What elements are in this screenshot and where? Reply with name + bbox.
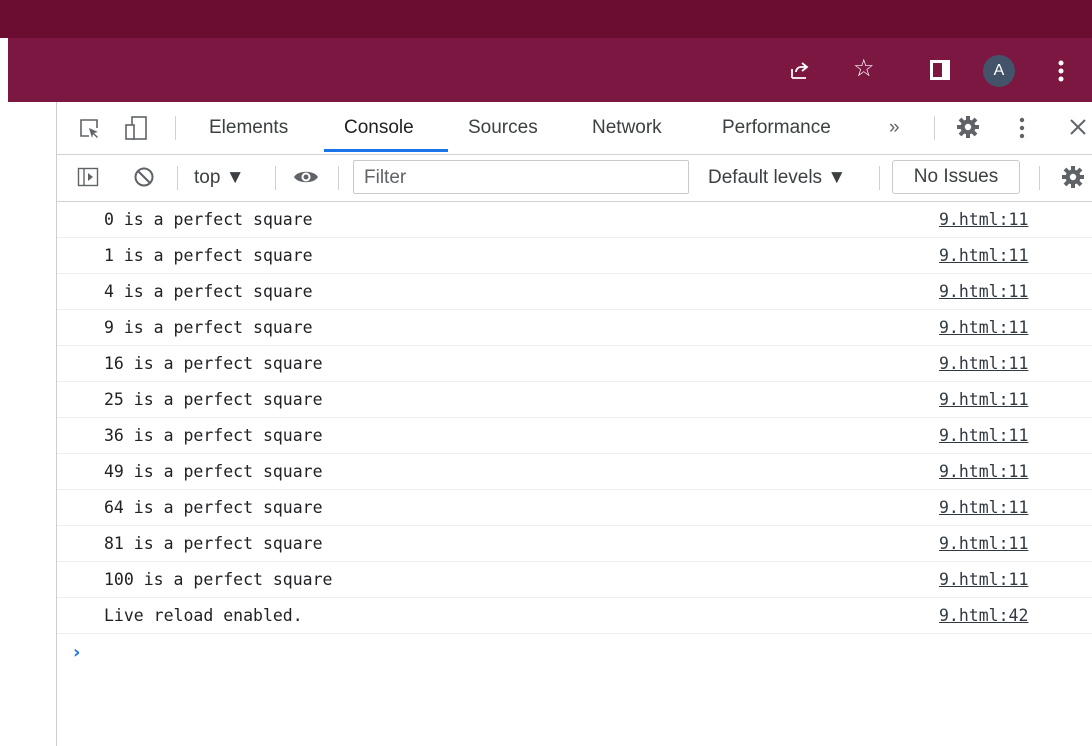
divider (338, 166, 339, 190)
source-link[interactable]: 9.html:42 (939, 606, 1028, 625)
message-text: 4 is a perfect square (104, 282, 313, 301)
console-settings-gear-icon[interactable] (1060, 164, 1086, 190)
tab-console[interactable]: Console (344, 116, 414, 142)
message-text: 25 is a perfect square (104, 390, 323, 409)
devtools-tabbar: Elements Console Sources Network Perform… (57, 102, 1092, 155)
share-icon[interactable] (788, 58, 812, 82)
divider (934, 116, 935, 140)
source-link[interactable]: 9.html:11 (939, 498, 1028, 517)
console-messages: 0 is a perfect square 9.html:11 1 is a p… (57, 202, 1092, 670)
more-tabs-button[interactable]: » (889, 116, 900, 142)
message-text: 64 is a perfect square (104, 498, 323, 517)
source-link[interactable]: 9.html:11 (939, 282, 1028, 301)
console-message: 9 is a perfect square 9.html:11 (57, 310, 1092, 346)
message-text: 36 is a perfect square (104, 426, 323, 445)
console-message: 0 is a perfect square 9.html:11 (57, 202, 1092, 238)
source-link[interactable]: 9.html:11 (939, 534, 1028, 553)
message-text: 100 is a perfect square (104, 570, 333, 589)
star-icon[interactable]: ☆ (853, 54, 875, 82)
console-toolbar: top ▼ Default levels ▼ No Issues (57, 155, 1092, 202)
console-message: 1 is a perfect square 9.html:11 (57, 238, 1092, 274)
devtools-panel: Elements Console Sources Network Perform… (56, 102, 1092, 746)
divider (175, 116, 176, 140)
source-link[interactable]: 9.html:11 (939, 246, 1028, 265)
avatar[interactable]: A (983, 55, 1015, 87)
device-toolbar-icon[interactable] (125, 116, 147, 140)
source-link[interactable]: 9.html:11 (939, 426, 1028, 445)
live-expression-eye-icon[interactable] (292, 167, 320, 187)
console-message: Live reload enabled. 9.html:42 (57, 598, 1092, 634)
menu-dots-icon[interactable] (1055, 55, 1067, 87)
source-link[interactable]: 9.html:11 (939, 462, 1028, 481)
source-link[interactable]: 9.html:11 (939, 210, 1028, 229)
close-icon[interactable] (1067, 116, 1089, 138)
console-message: 36 is a perfect square 9.html:11 (57, 418, 1092, 454)
active-tab-indicator (324, 149, 448, 152)
message-text: 81 is a perfect square (104, 534, 323, 553)
message-text: 1 is a perfect square (104, 246, 313, 265)
clear-console-icon[interactable] (133, 166, 155, 188)
inspect-element-icon[interactable] (79, 118, 101, 140)
console-message: 64 is a perfect square 9.html:11 (57, 490, 1092, 526)
console-message: 16 is a perfect square 9.html:11 (57, 346, 1092, 382)
filter-input[interactable] (364, 166, 674, 190)
prompt-chevron-icon: › (73, 642, 81, 663)
console-prompt[interactable]: › (57, 634, 1092, 670)
log-levels-dropdown[interactable]: Default levels ▼ (708, 166, 846, 190)
tab-network[interactable]: Network (592, 116, 662, 142)
divider (879, 166, 880, 190)
window-edge (0, 38, 8, 102)
context-selector[interactable]: top ▼ (194, 166, 245, 190)
issues-button[interactable]: No Issues (892, 160, 1020, 194)
console-message: 81 is a perfect square 9.html:11 (57, 526, 1092, 562)
console-message: 4 is a perfect square 9.html:11 (57, 274, 1092, 310)
tab-sources[interactable]: Sources (468, 116, 538, 142)
message-text: 0 is a perfect square (104, 210, 313, 229)
divider (177, 166, 178, 190)
divider (275, 166, 276, 190)
message-text: 49 is a perfect square (104, 462, 323, 481)
tab-elements[interactable]: Elements (209, 116, 288, 142)
filter-field[interactable] (353, 160, 689, 194)
side-panel-icon[interactable] (929, 59, 951, 81)
source-link[interactable]: 9.html:11 (939, 390, 1028, 409)
divider (1039, 166, 1040, 190)
message-text: Live reload enabled. (104, 606, 303, 625)
message-text: 9 is a perfect square (104, 318, 313, 337)
console-message: 100 is a perfect square 9.html:11 (57, 562, 1092, 598)
source-link[interactable]: 9.html:11 (939, 570, 1028, 589)
browser-title-strip (0, 0, 1092, 38)
message-text: 16 is a perfect square (104, 354, 323, 373)
console-sidebar-icon[interactable] (77, 166, 99, 188)
tab-performance[interactable]: Performance (722, 116, 831, 142)
more-options-icon[interactable] (1017, 114, 1027, 142)
source-link[interactable]: 9.html:11 (939, 318, 1028, 337)
source-link[interactable]: 9.html:11 (939, 354, 1028, 373)
console-message: 49 is a perfect square 9.html:11 (57, 454, 1092, 490)
console-message: 25 is a perfect square 9.html:11 (57, 382, 1092, 418)
settings-gear-icon[interactable] (955, 114, 981, 140)
